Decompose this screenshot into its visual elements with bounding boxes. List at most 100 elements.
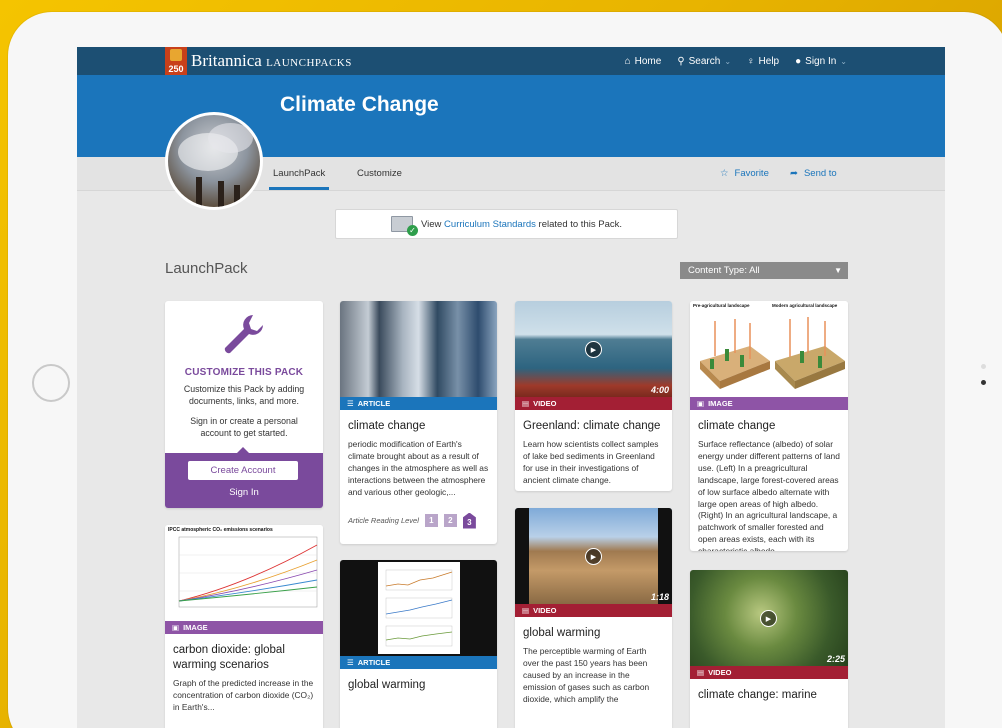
pack-avatar bbox=[165, 112, 263, 210]
image-icon: ▣ bbox=[697, 399, 705, 408]
reading-level-label: Article Reading Level bbox=[348, 516, 419, 526]
card-title[interactable]: climate change bbox=[698, 419, 840, 434]
user-icon: ● bbox=[795, 55, 802, 67]
section-title: LaunchPack bbox=[165, 260, 248, 277]
tag-label: IMAGE bbox=[708, 399, 733, 408]
content-card[interactable]: ▶ 4:00 ▤ VIDEO Greenland: climate change … bbox=[515, 301, 672, 491]
thistle-icon bbox=[170, 49, 182, 61]
card-title[interactable]: carbon dioxide: global warming scenarios bbox=[173, 643, 315, 673]
tag-label: ARTICLE bbox=[357, 399, 391, 408]
card-title[interactable]: global warming bbox=[348, 678, 489, 693]
albedo-diagram bbox=[700, 317, 845, 389]
reading-level-3[interactable]: 3 bbox=[462, 512, 476, 529]
customize-pack-card: CUSTOMIZE THIS PACK Customize this Pack … bbox=[165, 301, 323, 508]
tag-label: VIDEO bbox=[708, 668, 732, 677]
curriculum-doc-icon bbox=[390, 216, 418, 236]
nav-search[interactable]: ⚲ Search ⌄ bbox=[677, 56, 731, 67]
nav-search-label: Search bbox=[688, 55, 721, 67]
card-description: The perceptible warming of Earth over th… bbox=[523, 645, 650, 704]
card-title[interactable]: climate change: marine bbox=[698, 688, 840, 703]
curriculum-suffix: related to this Pack. bbox=[535, 218, 622, 230]
curriculum-standards-bar: View Curriculum Standards related to thi… bbox=[335, 209, 678, 239]
send-to-label: Send to bbox=[803, 168, 837, 179]
image-tag: ▣ IMAGE bbox=[690, 397, 848, 410]
tag-label: VIDEO bbox=[533, 399, 557, 408]
smokestack bbox=[196, 177, 202, 207]
tab-customize[interactable]: Customize bbox=[357, 168, 402, 179]
curriculum-link[interactable]: Curriculum Standards bbox=[444, 219, 536, 230]
britannica-logo-icon[interactable]: 250 bbox=[165, 47, 187, 75]
brand-title: Britannica bbox=[191, 51, 262, 70]
chevron-down-icon: ⌄ bbox=[724, 56, 732, 66]
camera-dot bbox=[981, 380, 986, 385]
logo-badge-number: 250 bbox=[168, 64, 184, 74]
co2-graph bbox=[178, 536, 318, 608]
play-icon[interactable]: ▶ bbox=[585, 341, 602, 358]
tag-label: ARTICLE bbox=[357, 658, 391, 667]
card-title[interactable]: climate change bbox=[348, 419, 489, 434]
reading-level-2[interactable]: 2 bbox=[443, 514, 457, 528]
reading-level-1[interactable]: 1 bbox=[424, 514, 438, 528]
nav-help[interactable]: ♀ Help bbox=[747, 56, 779, 67]
share-arrow-icon: ➦ bbox=[790, 168, 798, 179]
chevron-down-icon: ⌄ bbox=[840, 56, 847, 66]
create-account-button[interactable]: Create Account bbox=[188, 461, 298, 480]
home-button[interactable] bbox=[32, 364, 70, 402]
top-nav-links: ⌂ Home ⚲ Search ⌄ ♀ Help ● Sign In ⌄ bbox=[625, 47, 945, 75]
article-tag: ☰ ARTICLE bbox=[340, 656, 497, 669]
card-title[interactable]: Greenland: climate change bbox=[523, 419, 664, 434]
curriculum-prefix: View bbox=[420, 218, 445, 230]
list-icon: ☰ bbox=[347, 658, 354, 667]
nav-signin[interactable]: ● Sign In ⌄ bbox=[795, 56, 847, 67]
content-type-select[interactable]: Content Type: All ▼ bbox=[680, 262, 848, 279]
video-duration: 2:25 bbox=[826, 654, 845, 664]
star-icon: ☆ bbox=[720, 168, 729, 179]
list-icon: ☰ bbox=[347, 399, 354, 408]
card-thumbnail bbox=[340, 560, 497, 656]
sign-in-link[interactable]: Sign In bbox=[165, 487, 323, 498]
favorite-label: Favorite bbox=[734, 168, 769, 179]
tab-launchpack[interactable]: LaunchPack bbox=[268, 168, 330, 190]
play-icon[interactable]: ▶ bbox=[585, 548, 602, 565]
nav-home[interactable]: ⌂ Home bbox=[625, 56, 662, 67]
page-title: Climate Change bbox=[280, 93, 439, 116]
play-icon[interactable]: ▶ bbox=[760, 610, 777, 627]
nav-help-label: Help bbox=[758, 55, 780, 67]
content-card[interactable]: ☰ ARTICLE global warming bbox=[340, 560, 497, 728]
wrench-icon bbox=[219, 311, 267, 359]
card-description: periodic modification of Earth's climate… bbox=[348, 438, 489, 497]
image-icon: ▣ bbox=[172, 623, 180, 632]
pack-banner: Climate Change bbox=[77, 75, 945, 210]
card-description: Surface reflectance (albedo) of solar en… bbox=[698, 438, 840, 551]
content-card[interactable]: ☰ ARTICLE climate change periodic modific… bbox=[340, 301, 497, 544]
film-icon: ▤ bbox=[522, 606, 530, 615]
video-tag: ▤ VIDEO bbox=[690, 666, 848, 679]
card-thumbnail: ▶ 1:18 bbox=[515, 508, 672, 604]
favorite-button[interactable]: ☆ Favorite bbox=[720, 168, 769, 179]
home-icon: ⌂ bbox=[624, 55, 631, 67]
video-tag: ▤ VIDEO bbox=[515, 397, 672, 410]
nav-signin-label: Sign In bbox=[805, 55, 837, 67]
smoke-cloud bbox=[208, 123, 253, 153]
brand-name[interactable]: Britannica LaunchPacks bbox=[191, 51, 352, 71]
image-label-right: Modern agricultural landscape bbox=[772, 303, 838, 308]
card-title[interactable]: global warming bbox=[523, 626, 664, 641]
send-to-button[interactable]: ➦ Send to bbox=[790, 168, 837, 179]
film-icon: ▤ bbox=[522, 399, 530, 408]
customize-desc: Customize this Pack by adding documents,… bbox=[183, 384, 305, 406]
content-type-value: Content Type: All bbox=[688, 265, 760, 276]
content-card[interactable]: ▶ 1:18 ▤ VIDEO global warming The percept… bbox=[515, 508, 672, 728]
search-icon: ⚲ bbox=[677, 55, 685, 67]
video-duration: 4:00 bbox=[650, 385, 669, 395]
content-card[interactable]: ▶ 2:25 ▤ VIDEO climate change: marine bbox=[690, 570, 848, 728]
product-name: LaunchPacks bbox=[266, 57, 352, 69]
customize-desc-2: Sign in or create a personal account to … bbox=[190, 416, 298, 438]
video-duration: 1:18 bbox=[650, 592, 669, 602]
tag-label: IMAGE bbox=[183, 623, 208, 632]
content-card[interactable]: Pre-agricultural landscape Modern agricu… bbox=[690, 301, 848, 551]
card-thumbnail: Pre-agricultural landscape Modern agricu… bbox=[690, 301, 848, 397]
smokestack bbox=[234, 185, 240, 207]
content-card[interactable]: IPCC atmospheric CO₂ emissions scenarios… bbox=[165, 525, 323, 728]
image-tag: ▣ IMAGE bbox=[165, 621, 323, 634]
video-tag: ▤ VIDEO bbox=[515, 604, 672, 617]
